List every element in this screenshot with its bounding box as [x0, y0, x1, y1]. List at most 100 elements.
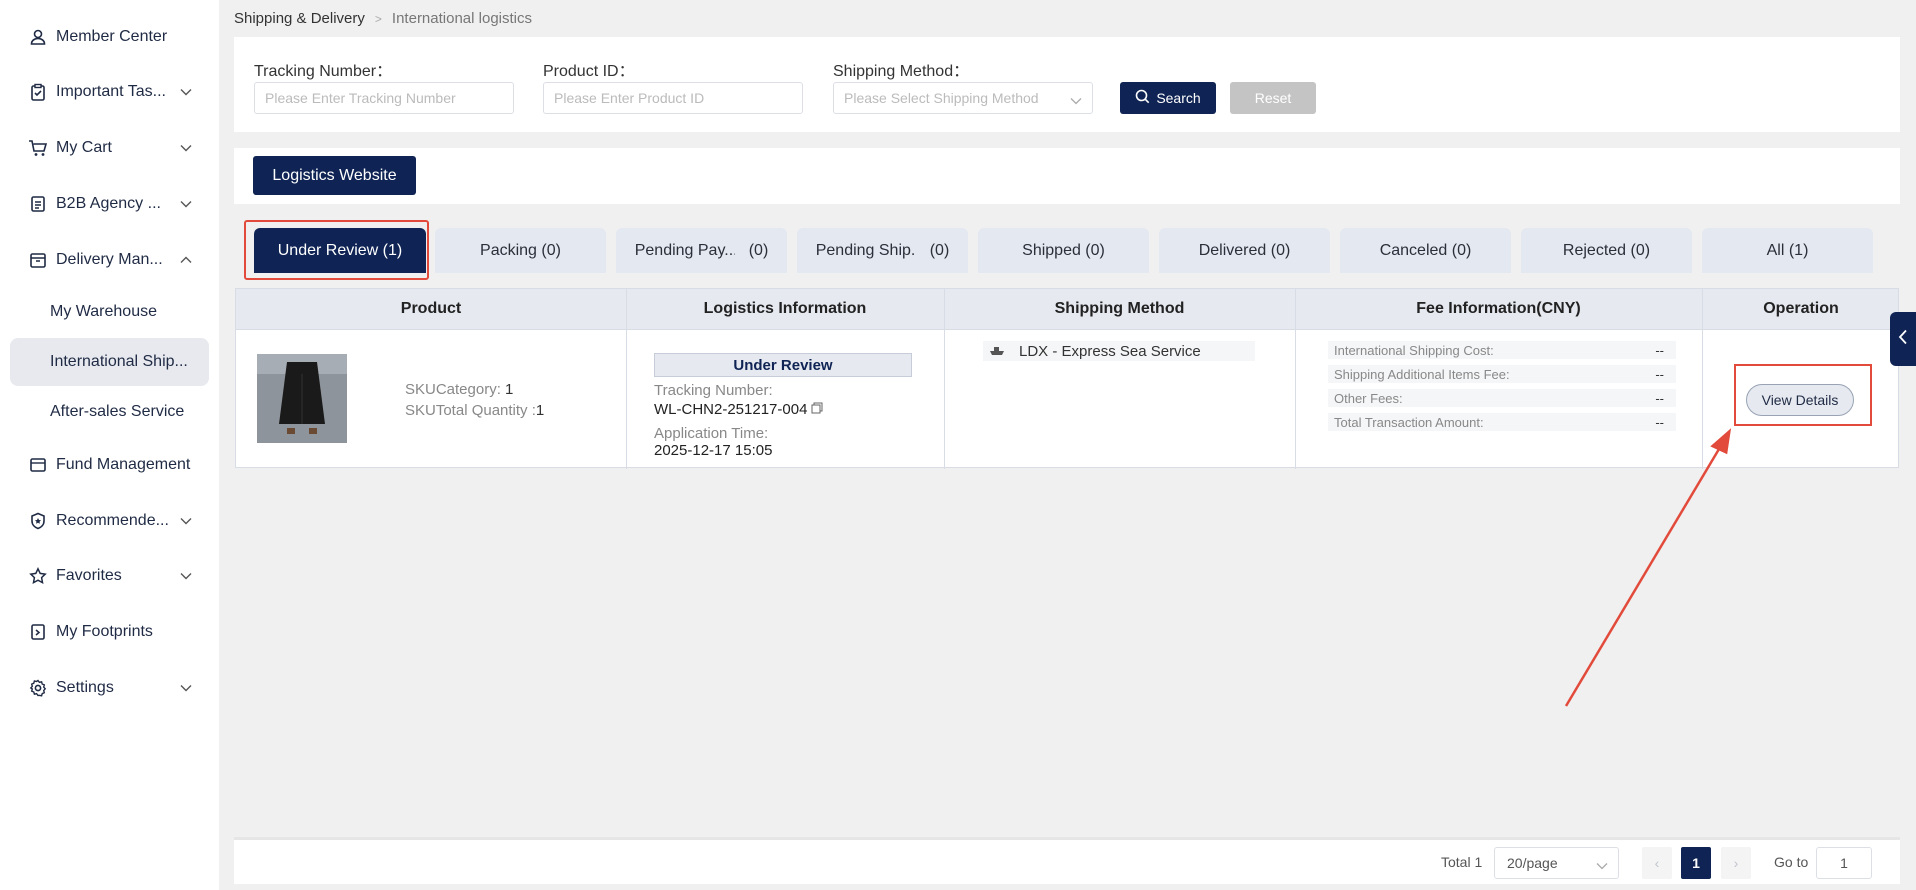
- copy-icon[interactable]: [811, 401, 823, 418]
- chevron-down-icon: [1596, 857, 1608, 873]
- status-badge: Under Review: [654, 353, 912, 377]
- sidebar-item-my-cart[interactable]: My Cart: [10, 124, 209, 172]
- pagination-bar: Total 1 20/page ‹ 1 › Go to 1: [234, 837, 1900, 884]
- tab-label: Rejected (0): [1562, 241, 1651, 259]
- sku-category-label: SKUCategory:: [405, 381, 501, 398]
- tracking-number-input[interactable]: Please Enter Tracking Number: [254, 82, 514, 114]
- sidebar-item-my-footprints[interactable]: My Footprints: [10, 608, 209, 656]
- cart-icon: [28, 138, 48, 158]
- breadcrumb: Shipping & Delivery > International logi…: [234, 10, 532, 27]
- sku-category-value: 1: [505, 381, 514, 398]
- shipping-method-select[interactable]: Please Select Shipping Method: [833, 82, 1093, 114]
- sidebar-item-favorites[interactable]: Favorites: [10, 552, 209, 600]
- sidebar-item-label: Fund Management: [56, 456, 191, 473]
- prev-page-button[interactable]: ‹: [1642, 847, 1672, 879]
- chevron-left-icon: ‹: [1654, 855, 1660, 871]
- fee-label: International Shipping Cost:: [1334, 342, 1494, 358]
- fee-label: Shipping Additional Items Fee:: [1334, 366, 1510, 382]
- sidebar-item-b2b-agency[interactable]: B2B Agency ...: [10, 180, 209, 228]
- tab-rejected[interactable]: Rejected (0): [1521, 228, 1692, 273]
- logistics-website-button[interactable]: Logistics Website: [253, 156, 416, 195]
- search-button[interactable]: Search: [1120, 82, 1216, 114]
- column-header-shipping-method: Shipping Method: [1054, 300, 1185, 317]
- fee-label: Other Fees:: [1334, 390, 1403, 406]
- fee-label: Total Transaction Amount:: [1334, 414, 1484, 430]
- search-icon: [1135, 89, 1150, 107]
- sidebar-item-member-center[interactable]: Member Center: [10, 13, 209, 61]
- shipping-method-cell: LDX - Express Sea Service: [983, 341, 1255, 361]
- product-thumbnail[interactable]: [257, 354, 347, 443]
- sidebar-item-recommended[interactable]: Recommende...: [10, 497, 209, 545]
- column-divider: [944, 289, 945, 469]
- application-time-caption: Application Time:: [654, 425, 769, 442]
- clipboard-check-icon: [28, 82, 48, 102]
- goto-label: Go to: [1774, 854, 1809, 870]
- collapse-panel-toggle[interactable]: [1890, 312, 1916, 366]
- product-id-input[interactable]: Please Enter Product ID: [543, 82, 803, 114]
- page-number-current[interactable]: 1: [1681, 847, 1711, 879]
- column-header-product: Product: [400, 300, 462, 317]
- sidebar-item-delivery-management[interactable]: Delivery Man...: [10, 236, 209, 284]
- highlight-box: [1734, 364, 1872, 426]
- sidebar-item-label: My Footprints: [56, 623, 153, 640]
- tab-pending-payment[interactable]: Pending Pay... (0): [616, 228, 787, 273]
- goto-page-input[interactable]: 1: [1816, 847, 1872, 879]
- sidebar-subitem-international-shipping[interactable]: International Ship...: [10, 338, 209, 386]
- fee-row: Total Transaction Amount: --: [1328, 413, 1676, 431]
- tab-all[interactable]: All (1): [1702, 228, 1873, 273]
- tab-pending-shipment[interactable]: Pending Ship... (0): [797, 228, 968, 273]
- tab-label: Pending Ship...: [815, 241, 916, 259]
- sidebar-item-settings[interactable]: Settings: [10, 664, 209, 712]
- wallet-icon: [28, 455, 48, 475]
- column-divider: [1702, 289, 1703, 469]
- gear-icon: [28, 678, 48, 698]
- footprint-icon: [28, 622, 48, 642]
- logistics-table: Product Logistics Information Shipping M…: [235, 288, 1899, 469]
- sku-quantity-value: 1: [535, 402, 545, 419]
- tab-delivered[interactable]: Delivered (0): [1159, 228, 1330, 273]
- sku-category: SKUCategory: 1: [405, 381, 513, 398]
- user-icon: [28, 27, 48, 47]
- sidebar-subitem-my-warehouse[interactable]: My Warehouse: [10, 288, 209, 336]
- tab-label: Delivered (0): [1198, 241, 1291, 259]
- table-header: Product Logistics Information Shipping M…: [236, 289, 1898, 329]
- logistics-panel: Logistics Website: [234, 148, 1900, 204]
- chevron-down-icon: [179, 569, 193, 583]
- tab-count: (0): [748, 241, 769, 259]
- chevron-right-icon: ›: [1733, 855, 1739, 871]
- box-icon: [28, 250, 48, 270]
- shipping-method-value: LDX - Express Sea Service: [1019, 342, 1201, 360]
- highlight-box: [244, 220, 429, 280]
- app-root: Member Center Important Tas... My Cart B…: [0, 0, 1916, 890]
- tab-packing[interactable]: Packing (0): [435, 228, 606, 273]
- fee-row: Other Fees: --: [1328, 389, 1676, 407]
- column-header-logistics: Logistics Information: [703, 300, 867, 317]
- fee-value: --: [1655, 414, 1664, 430]
- column-header-fee: Fee Information(CNY): [1416, 300, 1581, 317]
- column-header-operation: Operation: [1763, 300, 1839, 317]
- shipping-method-label: Shipping Method：: [833, 63, 970, 80]
- fee-value: --: [1655, 342, 1664, 358]
- column-divider: [626, 289, 627, 469]
- sidebar-item-label: Important Tas...: [56, 83, 166, 100]
- reset-button[interactable]: Reset: [1230, 82, 1316, 114]
- chevron-up-icon: [179, 253, 193, 267]
- page-size-select[interactable]: 20/page: [1494, 847, 1619, 879]
- sku-quantity-label: SKUTotal Quantity :: [405, 402, 536, 419]
- sidebar-subitem-after-sales[interactable]: After-sales Service: [10, 388, 209, 436]
- next-page-button[interactable]: ›: [1721, 847, 1751, 879]
- tracking-number-text: WL-CHN2-251217-004: [654, 401, 808, 418]
- sidebar-item-label: B2B Agency ...: [56, 195, 161, 212]
- tab-label: Canceled (0): [1379, 241, 1472, 259]
- document-icon: [28, 194, 48, 214]
- product-id-label: Product ID：: [543, 63, 635, 80]
- shipping-method-placeholder: Please Select Shipping Method: [844, 90, 1039, 106]
- chevron-down-icon: [179, 681, 193, 695]
- breadcrumb-parent[interactable]: Shipping & Delivery: [234, 10, 365, 27]
- sidebar-item-important-tasks[interactable]: Important Tas...: [10, 68, 209, 116]
- sidebar-item-fund-management[interactable]: Fund Management: [10, 441, 209, 489]
- tab-shipped[interactable]: Shipped (0): [978, 228, 1149, 273]
- breadcrumb-current: International logistics: [391, 10, 532, 27]
- tab-canceled[interactable]: Canceled (0): [1340, 228, 1511, 273]
- sidebar-item-label: Favorites: [56, 567, 122, 584]
